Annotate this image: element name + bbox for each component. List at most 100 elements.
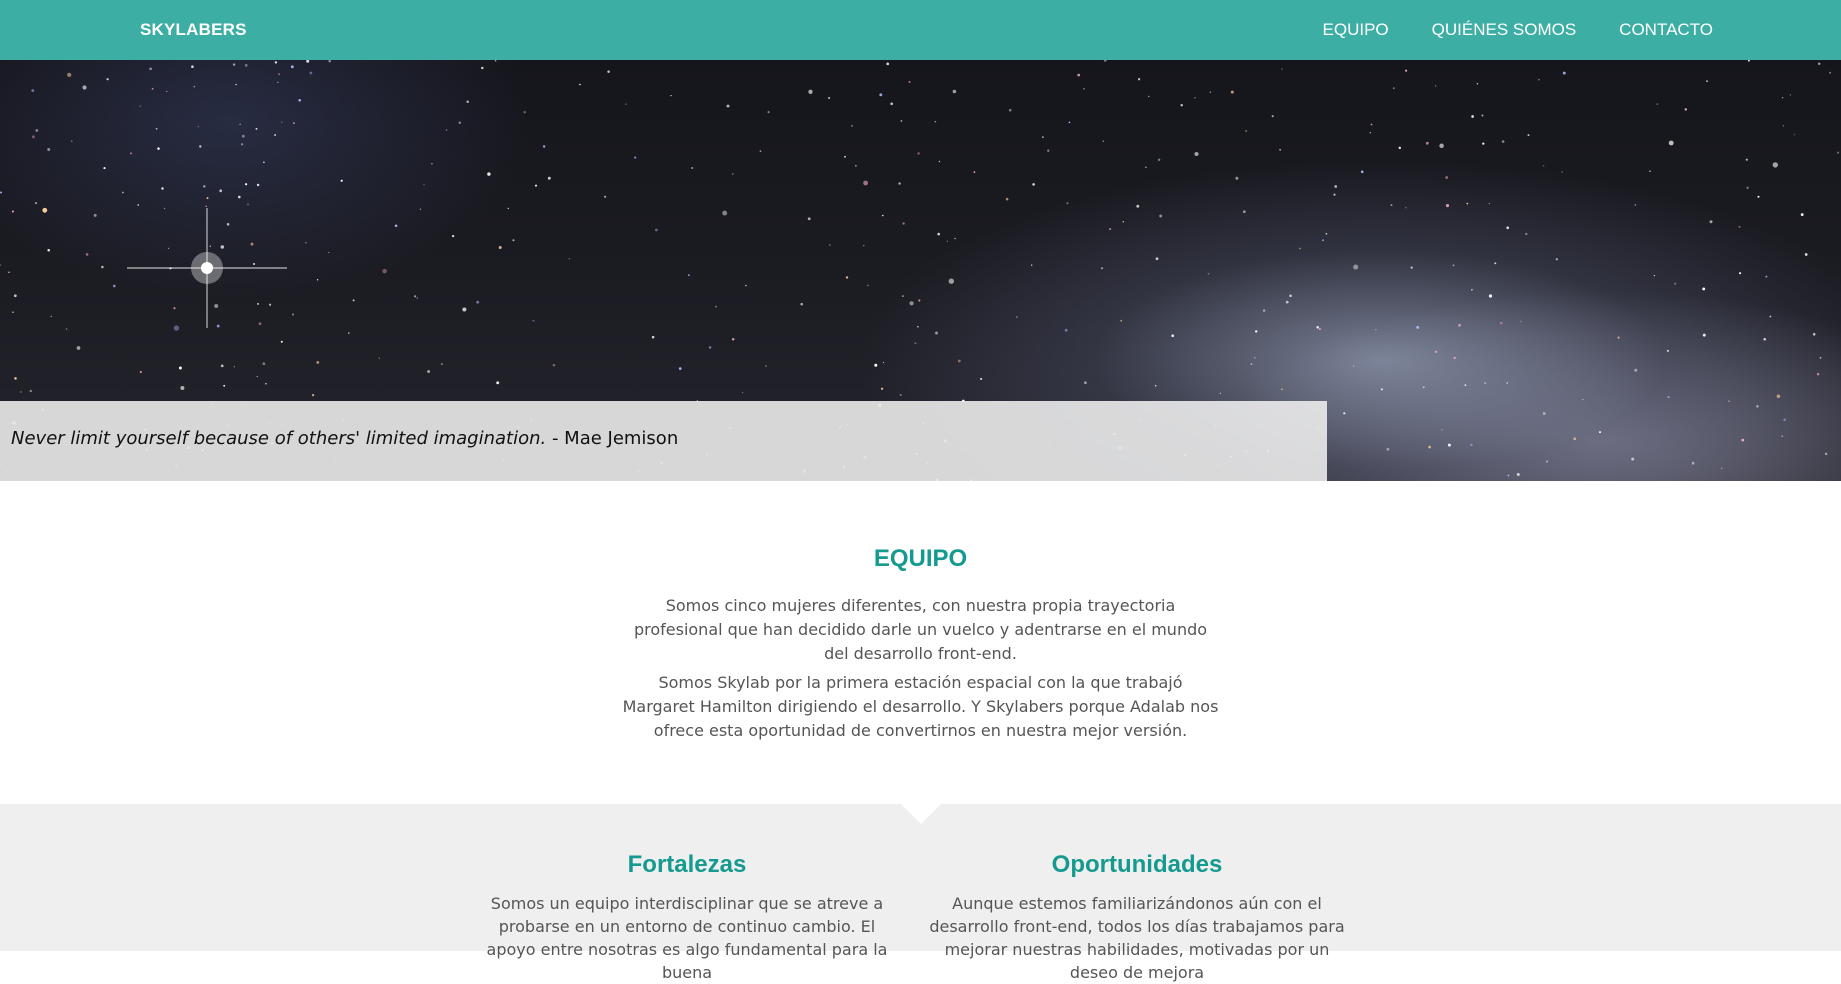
star	[431, 162, 433, 165]
star	[262, 362, 266, 366]
star	[1353, 264, 1359, 270]
star	[1656, 103, 1659, 105]
star	[394, 224, 398, 227]
star	[1101, 267, 1103, 270]
star	[1501, 140, 1505, 143]
star	[731, 337, 735, 341]
star	[1322, 239, 1324, 242]
star	[552, 363, 556, 367]
star	[845, 276, 849, 279]
star	[604, 195, 607, 198]
star	[1824, 452, 1828, 456]
nav-link-equipo[interactable]: EQUIPO	[1323, 0, 1389, 60]
star	[634, 156, 637, 159]
star	[328, 60, 331, 63]
star	[414, 295, 417, 298]
star	[151, 87, 154, 90]
star	[101, 265, 104, 269]
star	[466, 100, 470, 103]
opportunities-title: Oportunidades	[1051, 851, 1223, 878]
star	[532, 319, 535, 322]
star	[1816, 372, 1820, 376]
star	[219, 189, 223, 193]
star	[1702, 333, 1706, 337]
star	[1375, 328, 1377, 331]
star	[1653, 274, 1656, 277]
star	[902, 222, 905, 225]
star	[547, 176, 551, 180]
star	[445, 129, 448, 131]
star	[240, 143, 244, 146]
star	[954, 237, 956, 240]
opportunities-column: Oportunidades Aunque estemos familiarizá…	[927, 850, 1347, 984]
star	[1674, 282, 1677, 285]
star	[316, 360, 320, 364]
star	[149, 67, 152, 71]
star	[1525, 232, 1528, 236]
star	[1829, 71, 1832, 74]
star	[902, 295, 904, 297]
star	[1299, 247, 1301, 250]
star	[1765, 275, 1768, 278]
star	[1194, 97, 1196, 99]
star	[1506, 226, 1509, 230]
star	[1545, 460, 1549, 463]
star	[167, 247, 170, 250]
star	[952, 89, 957, 94]
star	[1781, 97, 1784, 99]
star	[1789, 94, 1791, 96]
star	[844, 155, 846, 158]
star	[1031, 264, 1033, 266]
brand-logo-link[interactable]: SKYLABERS	[140, 0, 247, 60]
star	[14, 377, 17, 380]
star	[481, 66, 484, 70]
nav-link-contacto[interactable]: CONTACTO	[1619, 0, 1713, 60]
star	[71, 140, 73, 142]
star	[47, 248, 50, 252]
swot-section: Fortalezas Somos un equipo interdiscipli…	[0, 804, 1841, 982]
star	[139, 370, 142, 374]
star	[1008, 108, 1012, 112]
star	[745, 284, 747, 287]
star	[250, 242, 254, 246]
star	[1405, 69, 1408, 72]
star	[20, 391, 22, 393]
star	[1738, 225, 1741, 228]
star	[1527, 134, 1530, 137]
star	[1484, 382, 1487, 385]
star	[828, 244, 831, 246]
star	[1804, 253, 1808, 256]
star	[199, 145, 202, 148]
star	[1573, 437, 1577, 441]
star	[1157, 158, 1161, 161]
star	[1542, 412, 1546, 415]
star	[82, 85, 87, 90]
star	[1370, 123, 1373, 126]
star	[419, 208, 422, 210]
star	[938, 160, 941, 163]
star	[828, 97, 831, 99]
star	[937, 232, 940, 236]
star	[173, 325, 180, 331]
strengths-column: Fortalezas Somos un equipo interdiscipli…	[477, 850, 897, 984]
star	[917, 152, 920, 155]
star	[678, 367, 682, 370]
strengths-title: Fortalezas	[627, 851, 747, 878]
star	[1219, 392, 1222, 395]
star	[1667, 396, 1670, 399]
star	[534, 184, 538, 187]
star	[31, 135, 35, 139]
star	[29, 389, 33, 393]
star	[1520, 320, 1522, 322]
star	[494, 60, 497, 62]
star	[235, 83, 237, 86]
star	[1416, 325, 1420, 329]
star	[214, 303, 219, 309]
nav-menu: EQUIPO QUIÉNES SOMOS CONTACTO	[1323, 0, 1713, 60]
nav-link-quienes-somos[interactable]: QUIÉNES SOMOS	[1432, 0, 1577, 60]
star	[269, 303, 272, 306]
star	[1316, 325, 1320, 329]
star	[298, 99, 302, 102]
star	[1352, 365, 1355, 367]
star	[458, 121, 461, 124]
